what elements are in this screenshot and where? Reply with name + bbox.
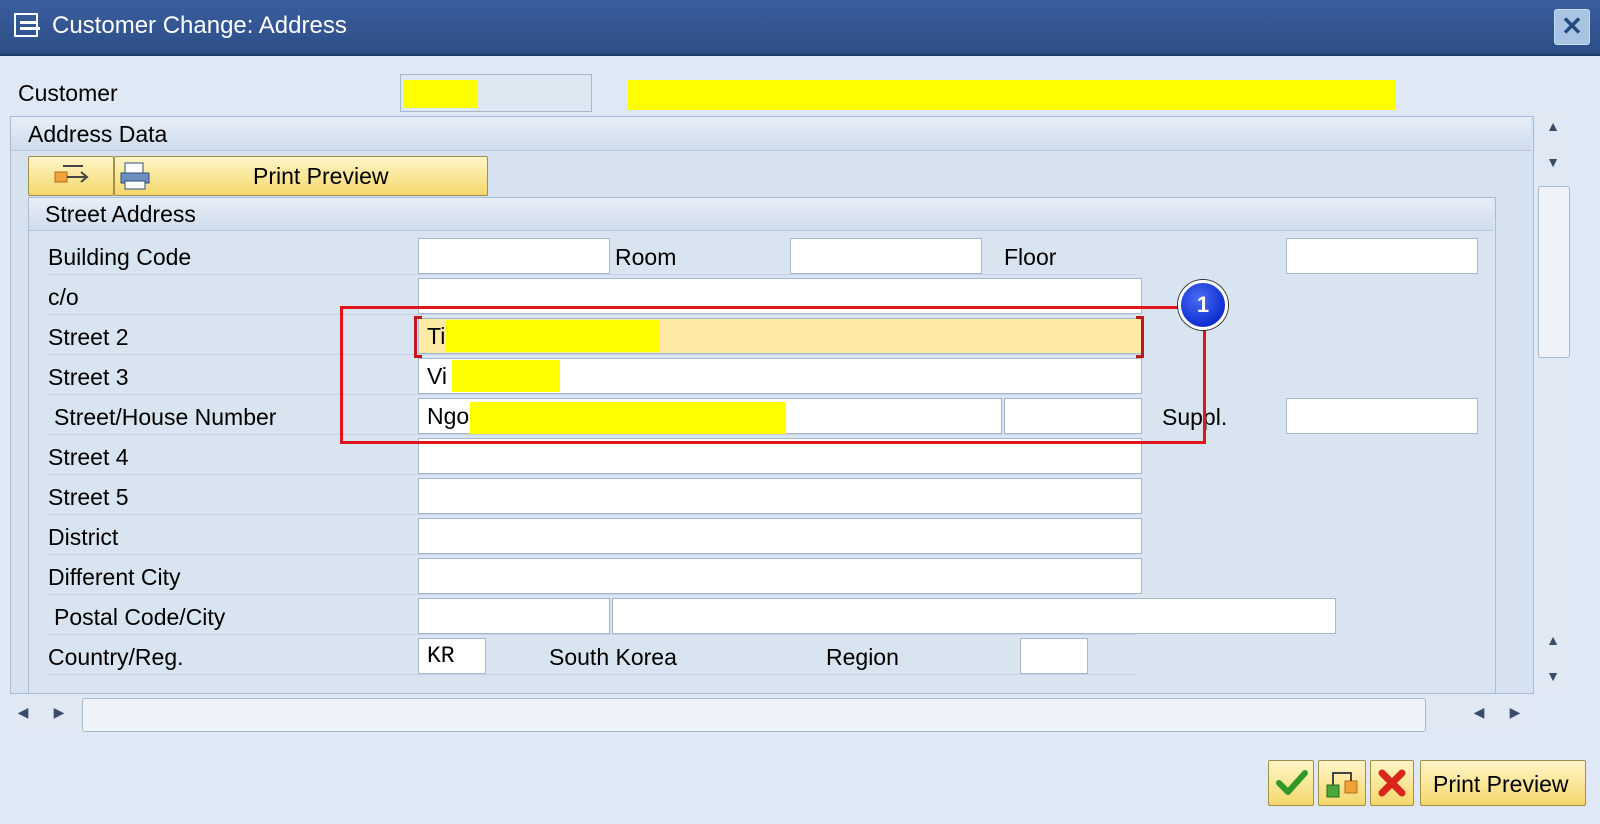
country-label: Country/Reg. <box>48 644 184 670</box>
scroll-down-icon[interactable]: ▼ <box>1538 668 1568 684</box>
annotation-badge: 1 <box>1178 280 1228 330</box>
postal-code-field[interactable] <box>418 598 610 634</box>
copy-address-button[interactable] <box>1318 760 1366 806</box>
address-data-title: Address Data <box>28 121 168 147</box>
horizontal-scroll-thumb[interactable] <box>82 698 1426 732</box>
window-title: Customer Change: Address <box>52 12 347 39</box>
country-code-field[interactable]: KR <box>418 638 486 674</box>
building-code-field[interactable] <box>418 238 610 274</box>
scroll-right-icon[interactable]: ▶ <box>1500 704 1530 721</box>
address-data-header <box>11 117 1531 151</box>
region-label: Region <box>826 644 899 670</box>
annotation-highlight-box <box>340 306 1206 444</box>
redaction-customer-number <box>404 80 478 108</box>
row-divider <box>46 674 1136 675</box>
vertical-scroll-thumb[interactable] <box>1538 186 1570 358</box>
street5-field[interactable] <box>418 478 1142 514</box>
street5-label: Street 5 <box>48 484 129 510</box>
cancel-x-icon <box>1378 769 1406 797</box>
floor-field[interactable] <box>1286 238 1478 274</box>
street-address-title: Street Address <box>45 201 196 227</box>
country-code-value: KR <box>427 643 455 669</box>
scroll-left-icon[interactable]: ◀ <box>1464 704 1494 721</box>
window-menu-icon[interactable] <box>14 13 42 39</box>
row-divider <box>46 274 1136 275</box>
switch-address-button[interactable] <box>28 156 114 196</box>
postal-city-label: Postal Code/City <box>54 604 226 630</box>
print-preview-button[interactable]: Print Preview <box>114 156 488 196</box>
street-address-header <box>29 198 1493 231</box>
street3-label: Street 3 <box>48 364 129 390</box>
printer-icon <box>120 162 150 190</box>
row-divider <box>46 514 1136 515</box>
building-code-label: Building Code <box>48 244 192 270</box>
room-field[interactable] <box>790 238 982 274</box>
scroll-right-icon[interactable]: ▶ <box>44 704 74 721</box>
scroll-up-icon[interactable]: ▲ <box>1538 632 1568 648</box>
title-bar: Customer Change: Address ✕ <box>0 0 1600 56</box>
different-city-field[interactable] <box>418 558 1142 594</box>
print-preview-label: Print Preview <box>253 163 389 189</box>
different-city-label: Different City <box>48 564 181 590</box>
district-label: District <box>48 524 119 550</box>
customer-label: Customer <box>18 80 118 106</box>
scroll-down-icon[interactable]: ▼ <box>1538 154 1568 170</box>
close-button[interactable]: ✕ <box>1554 9 1590 45</box>
city-field[interactable] <box>612 598 1336 634</box>
row-divider <box>46 634 1136 635</box>
cancel-button[interactable] <box>1370 760 1414 806</box>
district-field[interactable] <box>418 518 1142 554</box>
transfer-icon <box>54 165 89 183</box>
region-field[interactable] <box>1020 638 1088 674</box>
floor-label: Floor <box>1004 244 1057 270</box>
close-icon: ✕ <box>1561 11 1583 41</box>
street2-label: Street 2 <box>48 324 129 350</box>
footer-print-preview-label: Print Preview <box>1433 771 1569 797</box>
street-house-label: Street/House Number <box>54 404 277 430</box>
scroll-up-icon[interactable]: ▲ <box>1538 118 1568 134</box>
co-label: c/o <box>48 284 79 310</box>
row-divider <box>46 554 1136 555</box>
row-divider <box>46 474 1136 475</box>
suppl-field[interactable] <box>1286 398 1478 434</box>
redaction-customer-name <box>628 80 1396 110</box>
row-divider <box>46 594 1136 595</box>
scroll-left-icon[interactable]: ◀ <box>8 704 38 721</box>
checkmark-icon <box>1276 770 1308 795</box>
footer-print-preview-button[interactable]: Print Preview <box>1420 760 1586 806</box>
street4-label: Street 4 <box>48 444 129 470</box>
confirm-button[interactable] <box>1268 760 1314 806</box>
room-label: Room <box>615 244 677 270</box>
country-name: South Korea <box>549 644 677 670</box>
copy-structure-icon <box>1326 772 1358 798</box>
